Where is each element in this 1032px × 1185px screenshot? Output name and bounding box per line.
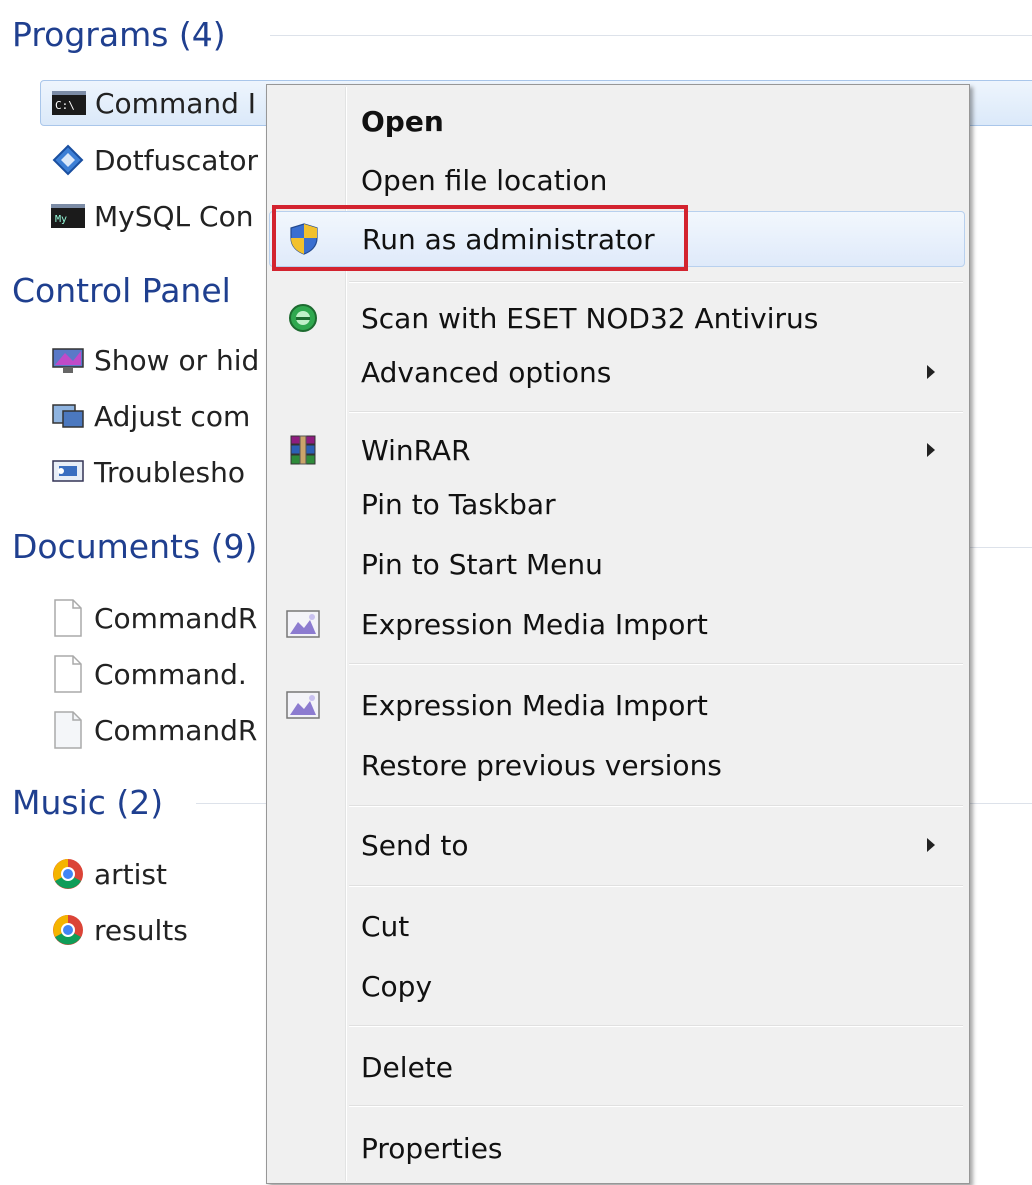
result-label: Dotfuscator: [94, 143, 259, 177]
programs-header-label: Programs (4): [12, 14, 226, 54]
result-label: artist: [94, 857, 167, 891]
menu-item-restore-previous-versions[interactable]: Restore previous versions: [269, 737, 965, 793]
menu-item-label: Expression Media Import: [361, 688, 708, 722]
svg-text:C:\: C:\: [55, 99, 75, 112]
troubleshoot-icon: [50, 457, 86, 487]
music-divider-right: [970, 803, 1032, 804]
menu-item-pin-to-taskbar[interactable]: Pin to Taskbar: [269, 476, 965, 532]
menu-item-label: Copy: [361, 969, 433, 1003]
programs-divider: [270, 35, 1032, 36]
result-label: Show or hid: [94, 343, 260, 377]
menu-item-winrar[interactable]: WinRAR: [269, 422, 965, 478]
documents-header-label: Documents (9): [12, 526, 258, 566]
menu-separator: [349, 885, 963, 887]
control-panel-group-header: Control Panel: [12, 270, 231, 310]
mysql-console-icon: My: [50, 201, 86, 231]
result-label: Command.: [94, 657, 247, 691]
menu-item-label: Delete: [361, 1050, 453, 1084]
cmd-icon: C:\: [51, 88, 87, 118]
result-label: Troublesho: [94, 455, 246, 489]
menu-item-expression-media-import-2[interactable]: Expression Media Import: [269, 677, 965, 733]
menu-separator: [349, 281, 963, 283]
menu-item-label: Advanced options: [361, 355, 612, 389]
documents-divider: [970, 547, 1032, 548]
chrome-icon: [50, 859, 86, 889]
menu-separator: [349, 663, 963, 665]
menu-item-scan-eset[interactable]: Scan with ESET NOD32 Antivirus: [269, 290, 965, 346]
dotfuscator-icon: [50, 144, 86, 176]
submenu-arrow-icon: [927, 365, 935, 379]
menu-item-label: Cut: [361, 909, 410, 943]
menu-item-label: Open: [361, 104, 444, 138]
result-label: MySQL Con: [94, 199, 254, 233]
result-label: CommandR: [94, 601, 258, 635]
menu-item-label: Restore previous versions: [361, 748, 722, 782]
menu-item-pin-to-start-menu[interactable]: Pin to Start Menu: [269, 536, 965, 592]
menu-item-label: Expression Media Import: [361, 607, 708, 641]
menu-item-label: WinRAR: [361, 433, 471, 467]
music-header-label: Music (2): [12, 782, 164, 822]
expression-media-icon: [283, 604, 323, 644]
menu-item-copy[interactable]: Copy: [269, 958, 965, 1014]
documents-group-header: Documents (9): [12, 526, 257, 566]
menu-item-label: Properties: [361, 1131, 503, 1165]
document-icon: [50, 711, 86, 749]
menu-item-open-file-location[interactable]: Open file location: [269, 152, 965, 208]
menu-item-advanced-options[interactable]: Advanced options: [269, 344, 965, 400]
submenu-arrow-icon: [927, 838, 935, 852]
menu-item-cut[interactable]: Cut: [269, 898, 965, 954]
menu-item-label: Pin to Taskbar: [361, 487, 556, 521]
result-label: results: [94, 913, 188, 947]
menu-separator: [349, 1025, 963, 1027]
eset-icon: [283, 298, 323, 338]
menu-item-label: Send to: [361, 828, 469, 862]
adjust-icon: [50, 401, 86, 431]
control-panel-header-label: Control Panel: [12, 270, 231, 310]
menu-item-label: Open file location: [361, 163, 608, 197]
chrome-icon: [50, 915, 86, 945]
winrar-icon: [283, 430, 323, 470]
menu-separator: [349, 411, 963, 413]
menu-item-send-to[interactable]: Send to: [269, 817, 965, 873]
result-label: CommandR: [94, 713, 258, 747]
result-label: Command I: [95, 86, 257, 120]
display-icon: [50, 345, 86, 375]
submenu-arrow-icon: [927, 443, 935, 457]
menu-separator: [349, 805, 963, 807]
programs-group-header: Programs (4): [12, 14, 226, 54]
menu-separator: [349, 1105, 963, 1107]
menu-item-label: Pin to Start Menu: [361, 547, 603, 581]
menu-item-properties[interactable]: Properties: [269, 1120, 965, 1176]
svg-text:My: My: [55, 214, 67, 225]
document-icon: [50, 655, 86, 693]
result-label: Adjust com: [94, 399, 251, 433]
menu-item-expression-media-import-1[interactable]: Expression Media Import: [269, 596, 965, 652]
menu-item-label: Scan with ESET NOD32 Antivirus: [361, 301, 819, 335]
document-icon: [50, 599, 86, 637]
menu-item-open[interactable]: Open: [269, 93, 965, 149]
music-group-header: Music (2): [12, 782, 163, 822]
music-divider: [196, 803, 266, 804]
menu-item-delete[interactable]: Delete: [269, 1039, 965, 1095]
run-as-admin-highlight-box: [272, 205, 688, 271]
expression-media-icon: [283, 685, 323, 725]
